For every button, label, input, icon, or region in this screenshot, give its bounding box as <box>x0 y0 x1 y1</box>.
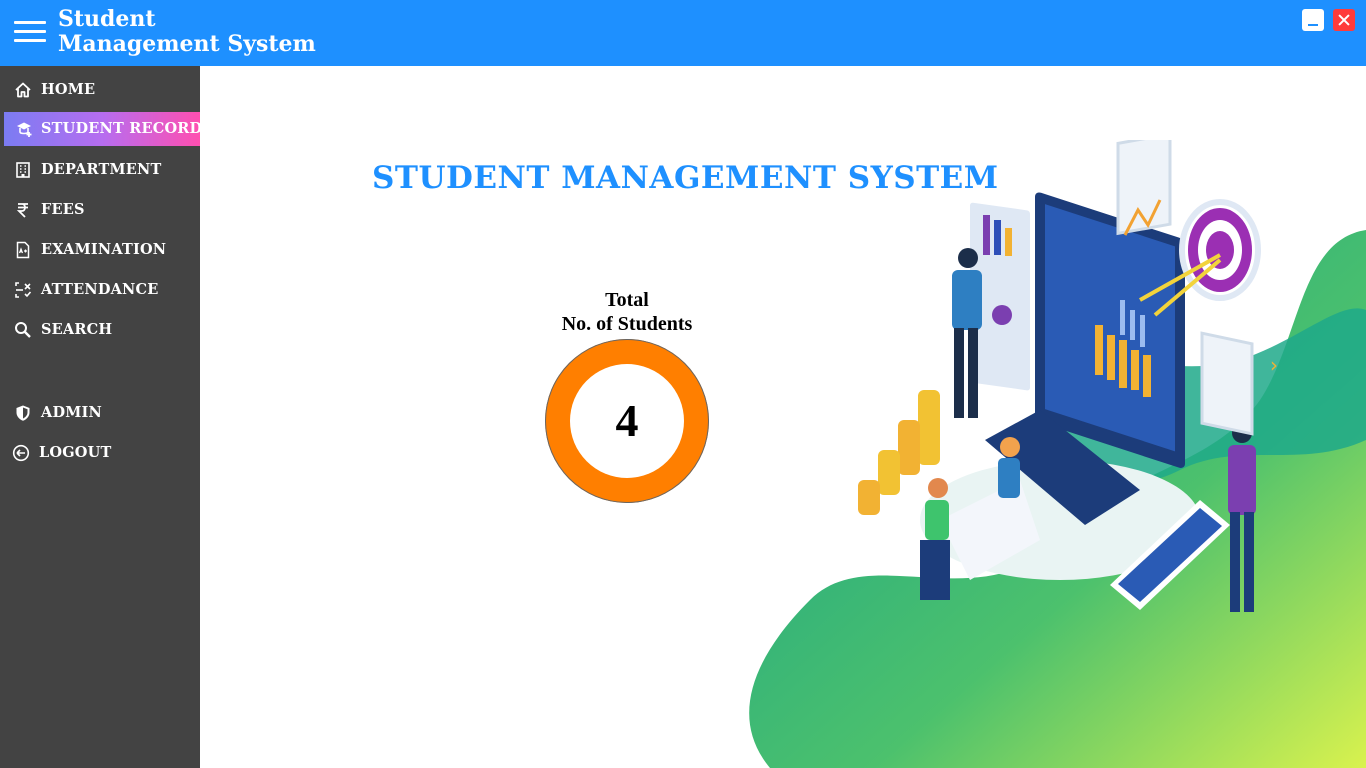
sidebar-item-label: DEPARTMENT <box>41 161 162 178</box>
total-students-count: 4 <box>615 395 639 446</box>
sidebar-item-label: EXAMINATION <box>41 241 167 258</box>
profile-card <box>1200 331 1254 436</box>
total-students-label: Total No. of Students <box>527 288 727 336</box>
total-students-donut: 4 <box>545 339 709 503</box>
sidebar-item-search[interactable]: SEARCH <box>0 313 200 347</box>
home-icon <box>15 82 31 98</box>
sidebar-item-label: HOME <box>41 81 96 98</box>
title-bar: Student Management System <box>0 0 1366 66</box>
coin-stacks <box>858 390 940 515</box>
total-students-label-line2: No. of Students <box>561 313 693 335</box>
graduation-cap-icon <box>17 122 32 137</box>
building-icon <box>16 162 30 178</box>
exam-document-icon <box>16 241 30 259</box>
sidebar-item-examination[interactable]: EXAMINATION <box>0 233 200 267</box>
sidebar: HOME STUDENT RECORD DEPARTMENT FEES EXAM… <box>0 66 203 768</box>
hamburger-menu-icon[interactable] <box>14 21 46 43</box>
app-title-line1: Student <box>58 6 156 32</box>
rupee-icon <box>16 203 28 218</box>
attendance-icon <box>15 282 32 298</box>
app-title-line2: Management System <box>58 31 316 57</box>
logout-icon <box>12 444 30 462</box>
sidebar-item-label: SEARCH <box>41 321 113 338</box>
app-title: Student Management System <box>58 7 316 57</box>
dashboard-illustration: › <box>749 140 1366 768</box>
minimize-button[interactable] <box>1302 9 1324 31</box>
sidebar-item-admin[interactable]: ADMIN <box>0 396 200 430</box>
person-standing-left <box>952 248 982 418</box>
sidebar-item-student-record[interactable]: STUDENT RECORD <box>4 112 203 146</box>
sidebar-item-department[interactable]: DEPARTMENT <box>0 153 200 187</box>
sidebar-item-attendance[interactable]: ATTENDANCE <box>0 273 200 307</box>
shield-icon <box>16 405 30 421</box>
total-students-label-line1: Total <box>605 289 649 311</box>
sidebar-item-label: ATTENDANCE <box>41 281 159 298</box>
sidebar-item-home[interactable]: HOME <box>0 73 200 107</box>
search-icon <box>15 322 31 338</box>
chevron-right-icon: › <box>1270 353 1278 377</box>
close-button[interactable] <box>1333 9 1355 31</box>
sidebar-item-label: ADMIN <box>41 404 102 421</box>
donut-hole: 4 <box>570 364 684 478</box>
sidebar-item-label: STUDENT RECORD <box>41 120 203 137</box>
sidebar-item-logout[interactable]: LOGOUT <box>0 436 200 470</box>
chart-card <box>1116 140 1172 236</box>
sidebar-item-label: LOGOUT <box>39 444 112 461</box>
sidebar-item-label: FEES <box>41 201 85 218</box>
sidebar-item-fees[interactable]: FEES <box>0 193 200 227</box>
